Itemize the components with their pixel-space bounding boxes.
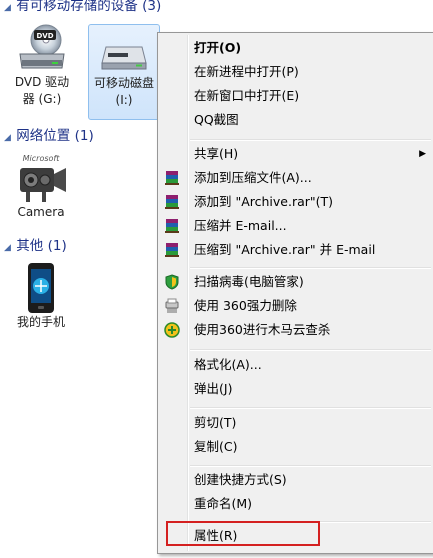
menu-item-add-to-archive[interactable]: 添加到压缩文件(A)... <box>160 167 432 189</box>
dvd-drive-tile[interactable]: DVD DVD 驱动 器 (G:) <box>4 24 80 120</box>
properties-highlight-box <box>166 521 320 546</box>
collapse-icon[interactable]: ◢ <box>4 238 12 258</box>
menu-item-label: 剪切(T) <box>194 415 237 430</box>
phone-label: 我的手机 <box>16 315 65 329</box>
dvd-drive-label-1: DVD 驱动 <box>14 75 70 89</box>
menu-item-label: 压缩并 E-mail... <box>194 218 287 233</box>
dvd-drive-label-2: 器 (G:) <box>22 92 62 106</box>
menu-item-label: 添加到 "Archive.rar"(T) <box>194 194 334 209</box>
menu-item-label: 创建快捷方式(S) <box>194 472 287 487</box>
removable-disk-icon <box>101 46 147 70</box>
menu-item-format[interactable]: 格式化(A)... <box>160 354 432 376</box>
menu-item-cut[interactable]: 剪切(T) <box>160 412 432 434</box>
menu-item-label: 复制(C) <box>194 439 238 454</box>
menu-item-label: 使用360进行木马云查杀 <box>194 322 331 337</box>
menu-item-compress-and-email[interactable]: 压缩并 E-mail... <box>160 215 432 237</box>
svg-text:DVD: DVD <box>36 32 53 40</box>
camera-label: Camera <box>17 205 65 219</box>
group-header-network[interactable]: ◢ 网络位置 (1) <box>0 126 94 146</box>
winrar-icon <box>165 171 179 185</box>
menu-separator <box>190 407 431 409</box>
menu-item-compress-to-rar-and-email[interactable]: 压缩到 "Archive.rar" 并 E-mail <box>160 239 432 261</box>
menu-item-share[interactable]: 共享(H) ▶ <box>160 143 432 165</box>
winrar-icon <box>165 219 179 233</box>
menu-item-360-force-delete[interactable]: 使用 360强力删除 <box>160 295 432 317</box>
group-header-other[interactable]: ◢ 其他 (1) <box>0 236 67 256</box>
menu-item-label: 共享(H) <box>194 146 239 161</box>
menu-item-eject[interactable]: 弹出(J) <box>160 378 432 400</box>
menu-separator <box>190 139 431 141</box>
dvd-drive-icon: DVD <box>19 24 65 69</box>
menu-item-qq-screenshot[interactable]: QQ截图 <box>160 109 432 131</box>
removable-disk-tile[interactable]: 可移动磁盘 (I:) <box>88 24 160 120</box>
menu-item-label: 打开(O) <box>194 40 242 55</box>
removable-disk-label-2: (I:) <box>115 93 133 107</box>
menu-item-360-trojan-scan[interactable]: 使用360进行木马云查杀 <box>160 319 432 341</box>
group-title: 有可移动存储的设备 (3) <box>16 0 162 14</box>
menu-item-scan-virus[interactable]: 扫描病毒(电脑管家) <box>160 271 432 293</box>
context-menu: 打开(O) 在新进程中打开(P) 在新窗口中打开(E) QQ截图 共享(H) ▶… <box>157 32 433 554</box>
phone-icon <box>28 263 54 313</box>
menu-item-copy[interactable]: 复制(C) <box>160 436 432 458</box>
winrar-icon <box>165 195 179 209</box>
menu-separator <box>190 465 431 467</box>
camera-icon: Microsoft <box>20 154 66 202</box>
phone-tile[interactable]: 我的手机 <box>8 262 74 338</box>
camera-tile[interactable]: Microsoft Camera <box>10 152 72 230</box>
menu-item-open[interactable]: 打开(O) <box>160 37 432 59</box>
menu-item-label: 在新进程中打开(P) <box>194 64 299 79</box>
group-title: 网络位置 (1) <box>16 128 94 144</box>
submenu-arrow-icon: ▶ <box>419 149 426 159</box>
menu-item-label: 添加到压缩文件(A)... <box>194 170 312 185</box>
menu-item-label: 使用 360强力删除 <box>194 298 297 313</box>
shield-icon <box>165 274 179 290</box>
collapse-icon[interactable]: ◢ <box>4 0 12 18</box>
menu-item-label: 扫描病毒(电脑管家) <box>194 274 304 289</box>
menu-separator <box>190 349 431 351</box>
menu-item-label: 在新窗口中打开(E) <box>194 88 300 103</box>
menu-item-label: 格式化(A)... <box>194 357 262 372</box>
menu-item-rename[interactable]: 重命名(M) <box>160 493 432 515</box>
winrar-icon <box>165 243 179 257</box>
menu-item-create-shortcut[interactable]: 创建快捷方式(S) <box>160 469 432 491</box>
menu-item-label: QQ截图 <box>194 112 239 127</box>
menu-item-add-to-archive-rar[interactable]: 添加到 "Archive.rar"(T) <box>160 191 432 213</box>
menu-separator <box>190 267 431 269</box>
shredder-icon <box>165 298 179 313</box>
removable-disk-label-1: 可移动磁盘 <box>93 76 154 90</box>
group-header-removable[interactable]: ◢ 有可移动存储的设备 (3) <box>0 0 161 16</box>
menu-item-label: 重命名(M) <box>194 496 253 511</box>
menu-item-label: 弹出(J) <box>194 381 233 396</box>
menu-item-open-new-process[interactable]: 在新进程中打开(P) <box>160 61 432 83</box>
menu-item-label: 压缩到 "Archive.rar" 并 E-mail <box>194 242 376 257</box>
menu-item-open-new-window[interactable]: 在新窗口中打开(E) <box>160 85 432 107</box>
group-title: 其他 (1) <box>16 238 67 254</box>
360-icon <box>164 322 180 338</box>
camera-logo-text: Microsoft <box>23 154 61 163</box>
collapse-icon[interactable]: ◢ <box>4 128 12 148</box>
